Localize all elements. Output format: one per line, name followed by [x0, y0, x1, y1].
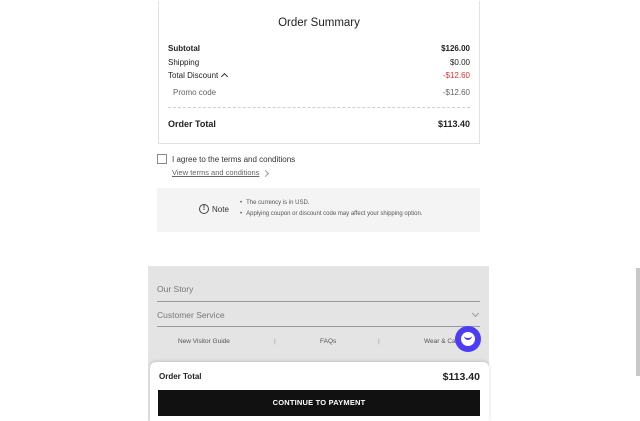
footer-divider	[157, 326, 480, 327]
footer-item-our-story[interactable]: Our Story	[157, 274, 480, 299]
terms-checkbox[interactable]	[157, 154, 167, 164]
chevron-right-icon	[261, 169, 270, 178]
scrollbar[interactable]	[636, 268, 640, 376]
chevron-up-icon	[221, 72, 229, 81]
summary-divider	[168, 107, 470, 108]
promo-code-label: Promo code	[173, 88, 217, 97]
terms-agree-label[interactable]: I agree to the terms and conditions	[172, 155, 295, 164]
shipping-label: Shipping	[168, 58, 200, 67]
total-discount-value: -$12.60	[442, 71, 470, 80]
order-summary-title: Order Summary	[278, 17, 360, 29]
total-discount-toggle[interactable]: Total Discount	[168, 71, 229, 81]
promo-code-row: Promo code -$12.60	[173, 88, 470, 99]
shipping-value: $0.00	[449, 58, 470, 67]
chat-button[interactable]	[455, 326, 481, 352]
note-box: ! Note • The currency is in USD. • Applyin…	[157, 188, 480, 232]
subtotal-row: Subtotal $126.00	[168, 44, 470, 55]
footer-item-label: Customer Service	[157, 310, 225, 320]
checkout-bar: Order Total $113.40 CONTINUE TO PAYMENT	[150, 362, 489, 421]
footer-link-separator: |	[274, 338, 276, 345]
subtotal-label: Subtotal	[168, 44, 200, 53]
shipping-row: Shipping $0.00	[168, 58, 470, 69]
footer-link-new-visitor-guide[interactable]: New Visitor Guide	[178, 338, 230, 345]
info-icon: !	[199, 204, 209, 214]
total-discount-row[interactable]: Total Discount -$12.60	[168, 71, 470, 82]
footer-links: New Visitor Guide | FAQs | Wear & Care	[148, 338, 489, 348]
footer-link-faqs[interactable]: FAQs	[320, 338, 336, 345]
promo-code-value: -$12.60	[442, 88, 470, 97]
note-line: • Applying coupon or discount code may af…	[240, 211, 423, 217]
chat-icon	[461, 332, 475, 346]
view-terms-link[interactable]: View terms and conditions	[172, 168, 259, 177]
order-total-value: $113.40	[437, 119, 470, 129]
smile-icon	[464, 336, 472, 340]
note-line-text: The currency is in USD.	[246, 200, 310, 206]
note-line: • The currency is in USD.	[240, 200, 310, 206]
note-label: Note	[212, 205, 229, 214]
chevron-down-icon	[471, 309, 480, 318]
order-total-row: Order Total $113.40	[168, 119, 470, 129]
order-summary-card: Order Summary Subtotal $126.00 Shipping …	[158, 1, 480, 144]
footer-item-customer-service[interactable]: Customer Service	[157, 300, 480, 325]
total-discount-label: Total Discount	[168, 71, 219, 80]
continue-to-payment-button[interactable]: CONTINUE TO PAYMENT	[158, 390, 480, 416]
subtotal-value: $126.00	[441, 44, 470, 53]
checkout-total-label: Order Total	[159, 372, 202, 381]
order-total-label: Order Total	[168, 119, 216, 129]
checkout-total-value: $113.40	[442, 371, 480, 383]
note-line-text: Applying coupon or discount code may aff…	[246, 211, 423, 217]
footer-link-separator: |	[378, 338, 380, 345]
footer-item-label: Our Story	[157, 284, 194, 294]
